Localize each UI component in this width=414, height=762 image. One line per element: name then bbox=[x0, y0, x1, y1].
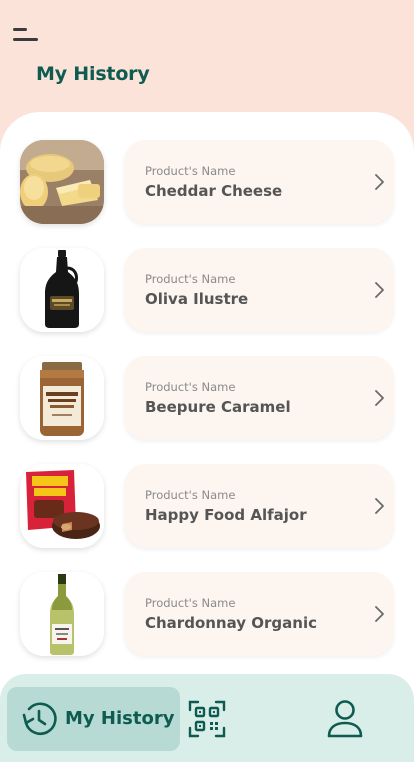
cheddar-cheese-image bbox=[20, 140, 104, 224]
product-name: Happy Food Alfajor bbox=[145, 506, 307, 524]
list-item: Product's Name Cheddar Cheese bbox=[0, 140, 414, 224]
product-name-label: Product's Name bbox=[145, 488, 236, 502]
product-name-label: Product's Name bbox=[145, 164, 236, 178]
hamburger-menu-icon[interactable] bbox=[13, 28, 39, 44]
wine-bottle-image bbox=[20, 572, 104, 656]
olive-oil-bottle-image bbox=[20, 248, 104, 332]
caramel-jar-image bbox=[20, 356, 104, 440]
product-name: Beepure Caramel bbox=[145, 398, 291, 416]
tab-my-history[interactable]: My History bbox=[7, 687, 180, 751]
tab-label: My History bbox=[65, 708, 175, 729]
product-name-label: Product's Name bbox=[145, 380, 236, 394]
user-profile-icon[interactable] bbox=[326, 699, 364, 739]
chevron-right-icon bbox=[375, 498, 384, 514]
product-card[interactable]: Product's Name Happy Food Alfajor bbox=[124, 464, 394, 548]
list-item: Product's Name Happy Food Alfajor bbox=[0, 464, 414, 548]
product-name: Cheddar Cheese bbox=[145, 182, 283, 200]
product-name: Chardonnay Organic bbox=[145, 614, 317, 632]
product-name-label: Product's Name bbox=[145, 272, 236, 286]
product-name: Oliva Ilustre bbox=[145, 290, 249, 308]
page-title: My History bbox=[36, 63, 150, 85]
chevron-right-icon bbox=[375, 390, 384, 406]
chevron-right-icon bbox=[375, 606, 384, 622]
list-item: Product's Name Chardonnay Organic bbox=[0, 572, 414, 656]
chevron-right-icon bbox=[375, 282, 384, 298]
bottom-tab-bar: My History bbox=[0, 674, 414, 762]
qr-scan-icon[interactable] bbox=[188, 700, 226, 738]
product-name-label: Product's Name bbox=[145, 596, 236, 610]
list-item: Product's Name Beepure Caramel bbox=[0, 356, 414, 440]
product-card[interactable]: Product's Name Oliva Ilustre bbox=[124, 248, 394, 332]
product-card[interactable]: Product's Name Chardonnay Organic bbox=[124, 572, 394, 656]
clock-history-icon bbox=[22, 702, 57, 736]
list-item: Product's Name Oliva Ilustre bbox=[0, 248, 414, 332]
alfajor-image bbox=[20, 464, 104, 548]
product-card[interactable]: Product's Name Cheddar Cheese bbox=[124, 140, 394, 224]
product-card[interactable]: Product's Name Beepure Caramel bbox=[124, 356, 394, 440]
chevron-right-icon bbox=[375, 174, 384, 190]
